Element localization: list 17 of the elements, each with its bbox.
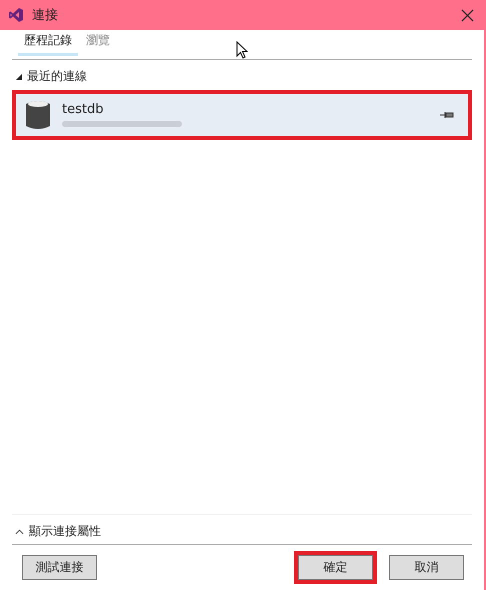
tab[interactable]: 瀏覽 — [80, 30, 116, 56]
collapse-icon[interactable] — [15, 73, 22, 80]
connection-name: testdb — [62, 102, 104, 116]
window-title: 連接 — [32, 7, 59, 24]
close-icon[interactable] — [461, 8, 474, 22]
section-header: 最近的連線 — [27, 68, 87, 85]
dialog-button[interactable]: 取消 — [389, 555, 464, 580]
dialog-button[interactable]: 測試連接 — [22, 555, 97, 580]
dialog-button[interactable]: 確定 — [298, 555, 373, 580]
pin-icon[interactable] — [440, 111, 454, 119]
chevron-up-icon[interactable] — [15, 528, 24, 534]
cursor-icon — [236, 41, 248, 59]
properties-toggle[interactable]: 顯示連接屬性 — [29, 523, 101, 540]
logo-icon — [8, 7, 24, 23]
connection-item[interactable]: testdb — [12, 90, 472, 140]
tab[interactable]: 歷程記錄 — [18, 30, 78, 56]
database-icon — [26, 99, 50, 131]
